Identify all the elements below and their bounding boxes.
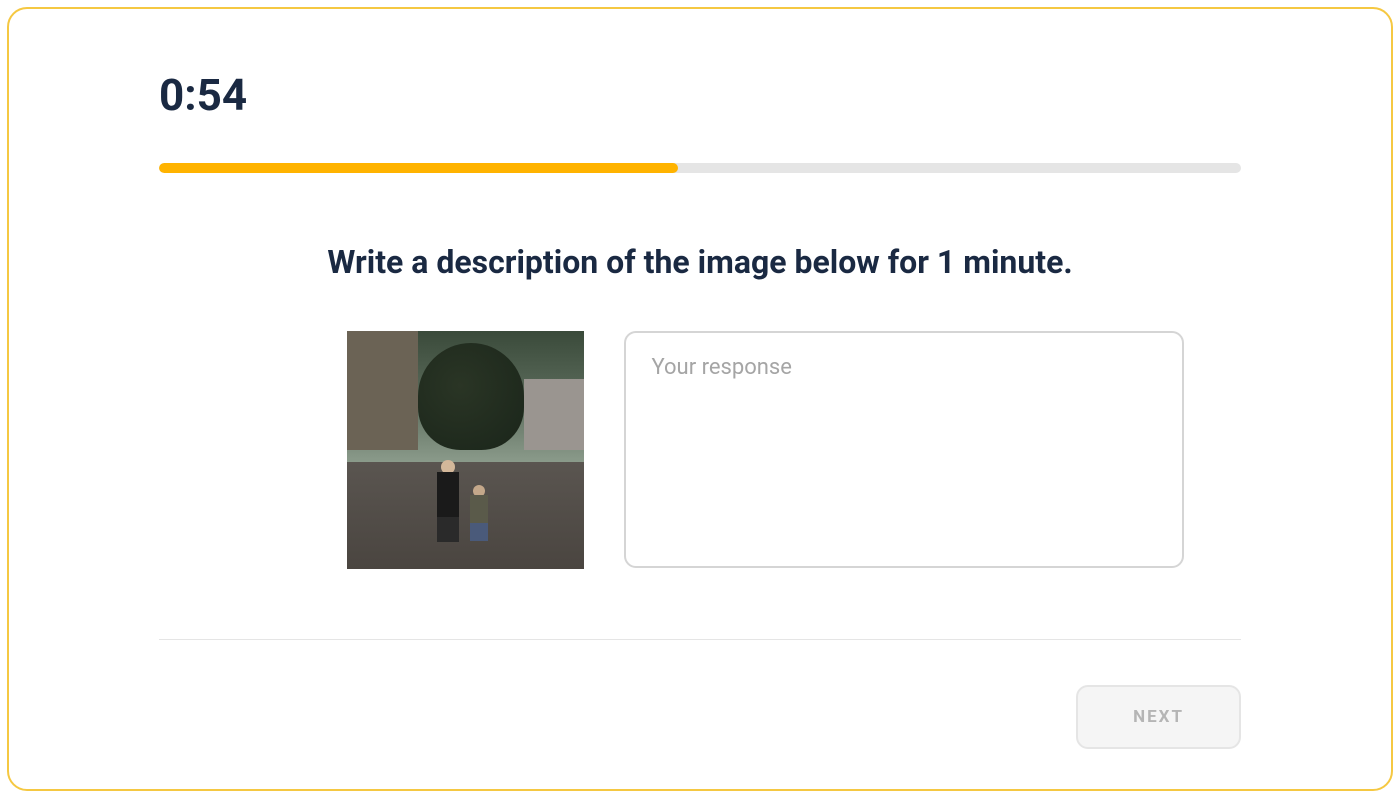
progress-bar (159, 163, 1241, 173)
prompt-image (347, 331, 584, 569)
content-area (159, 331, 1241, 569)
exercise-panel: 0:54 Write a description of the image be… (7, 7, 1393, 791)
prompt-instruction: Write a description of the image below f… (159, 243, 1241, 281)
footer-divider (159, 639, 1241, 640)
response-input[interactable] (624, 331, 1184, 568)
countdown-timer: 0:54 (159, 69, 1241, 121)
footer-actions: NEXT (159, 685, 1241, 749)
progress-bar-fill (159, 163, 678, 173)
next-button[interactable]: NEXT (1076, 685, 1241, 749)
